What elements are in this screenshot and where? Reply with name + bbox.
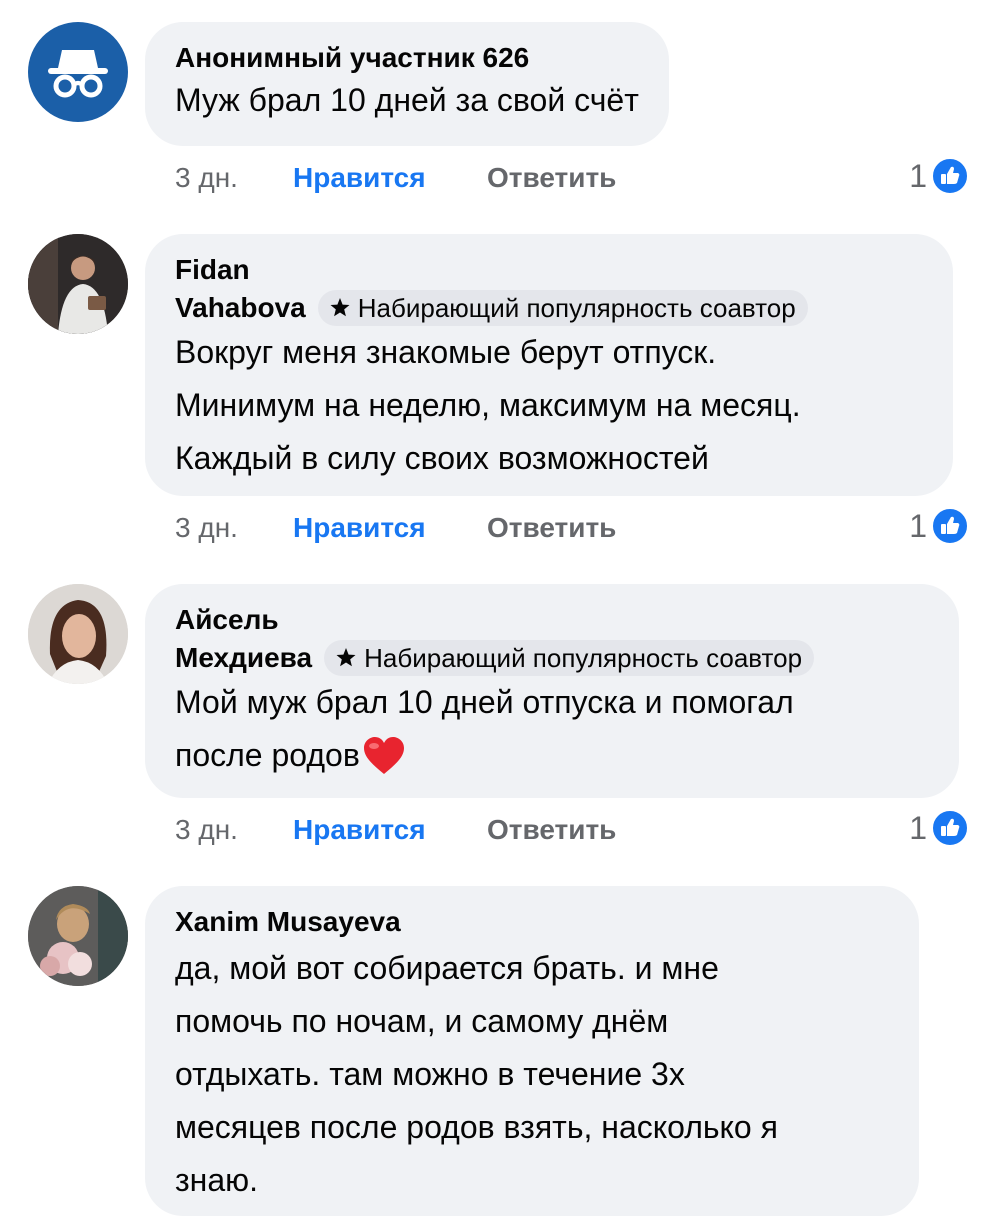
reaction-summary[interactable]: 1	[909, 506, 969, 546]
comment-text-line: Мой муж брал 10 дней отпуска и помогал	[175, 684, 794, 720]
comment-text-line: отдыхать. там можно в течение 3х	[175, 1056, 685, 1092]
user-photo-icon	[28, 234, 128, 334]
comment-bubble: Айсель Мехдиева Набирающий популярность …	[145, 584, 959, 798]
badge-label: Набирающий популярность соавтор	[357, 292, 796, 323]
comment-time[interactable]: 3 дн.	[175, 512, 293, 544]
comment-text-line: Муж брал 10 дней за свой счёт	[175, 82, 639, 118]
contributor-badge[interactable]: Набирающий популярность соавтор	[317, 290, 808, 326]
reaction-count: 1	[909, 507, 927, 544]
comment-bubble: Fidan Vahabova Набирающий популярность с…	[145, 234, 953, 496]
comment-text-line: знаю.	[175, 1162, 259, 1198]
comment-bubble: Xanim Musayeva да, мой вот собирается бр…	[145, 886, 919, 1216]
comment-actions: 3 дн. Нравится Ответить	[175, 158, 616, 198]
thumbs-up-icon	[931, 507, 969, 545]
comment-time[interactable]: 3 дн.	[175, 162, 293, 194]
reply-button[interactable]: Ответить	[487, 162, 616, 194]
comment-text-line: помочь по ночам, и самому днём	[175, 1003, 669, 1039]
reaction-count: 1	[909, 157, 927, 194]
avatar[interactable]	[28, 234, 128, 334]
reaction-summary[interactable]: 1	[909, 156, 969, 196]
comment-author[interactable]: Xanim Musayeva	[175, 904, 889, 940]
reply-button[interactable]: Ответить	[487, 512, 616, 544]
star-icon	[336, 648, 356, 667]
thumbs-up-icon	[931, 809, 969, 847]
reaction-summary[interactable]: 1	[909, 808, 969, 848]
author-line: Vahabova Набирающий популярность соавтор	[175, 290, 923, 326]
comment-text-line: после родов	[175, 737, 360, 773]
comment-time[interactable]: 3 дн.	[175, 814, 293, 846]
author-line: Мехдиева Набирающий популярность соавтор	[175, 640, 929, 676]
badge-label: Набирающий популярность соавтор	[364, 642, 803, 673]
comment-text-line: Минимум на неделю, максимум на месяц.	[175, 387, 801, 423]
comment-actions: 3 дн. Нравится Ответить	[175, 508, 616, 548]
reaction-count: 1	[909, 809, 927, 846]
comment-author-surname[interactable]: Vahabova	[175, 290, 306, 326]
avatar[interactable]	[28, 584, 128, 684]
comment-text-line-with-emoji: после родов	[175, 729, 929, 782]
like-button[interactable]: Нравится	[293, 814, 487, 846]
comment-text-line: Вокруг меня знакомые берут отпуск.	[175, 334, 717, 370]
like-button[interactable]: Нравится	[293, 162, 487, 194]
comment-bubble: Анонимный участник 626 Муж брал 10 дней …	[145, 22, 669, 146]
star-icon	[330, 298, 350, 317]
thumbs-up-icon	[931, 157, 969, 195]
comment-author[interactable]: Fidan	[175, 252, 923, 288]
comment-text-line: да, мой вот собирается брать. и мне	[175, 950, 719, 986]
comment-actions: 3 дн. Нравится Ответить	[175, 810, 616, 850]
user-photo-icon	[28, 584, 128, 684]
comment-author-surname[interactable]: Мехдиева	[175, 640, 312, 676]
anonymous-incognito-icon	[48, 50, 108, 98]
like-button[interactable]: Нравится	[293, 512, 487, 544]
avatar[interactable]	[28, 886, 128, 986]
comment-author[interactable]: Анонимный участник 626	[175, 40, 639, 76]
avatar[interactable]	[28, 22, 128, 122]
reply-button[interactable]: Ответить	[487, 814, 616, 846]
comment-text-line: Каждый в силу своих возможностей	[175, 440, 709, 476]
comment-author[interactable]: Айсель	[175, 602, 929, 638]
contributor-badge[interactable]: Набирающий популярность соавтор	[324, 640, 815, 676]
comment-text-line: месяцев после родов взять, насколько я	[175, 1109, 778, 1145]
user-photo-icon	[28, 886, 128, 986]
red-heart-emoji-icon	[363, 736, 404, 774]
